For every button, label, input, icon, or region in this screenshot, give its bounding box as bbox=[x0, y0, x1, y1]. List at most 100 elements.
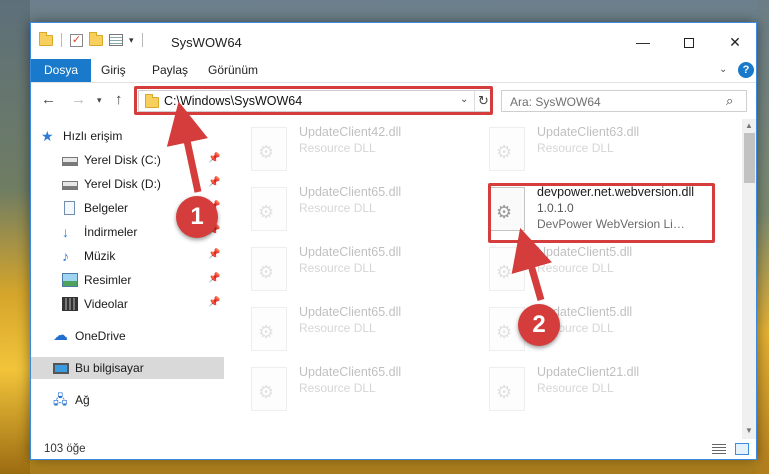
dll-file-icon bbox=[251, 187, 287, 231]
list-item[interactable]: UpdateClient63.dll Resource DLL bbox=[465, 119, 703, 177]
sidebar-item-local-disk-d[interactable]: Yerel Disk (D:) 📌 bbox=[31, 173, 224, 195]
tab-file[interactable]: Dosya bbox=[31, 59, 92, 82]
file-name: UpdateClient65.dll bbox=[299, 245, 402, 259]
step-2-badge: 2 bbox=[518, 304, 560, 346]
sidebar-item-label: OneDrive bbox=[75, 329, 126, 343]
recent-locations-icon[interactable]: ▾ bbox=[97, 95, 102, 106]
list-item[interactable]: UpdateClient42.dll Resource DLL bbox=[227, 119, 465, 177]
file-description: Resource DLL bbox=[537, 321, 614, 335]
dll-file-icon bbox=[251, 127, 287, 171]
toolbar-separator bbox=[61, 33, 62, 47]
sidebar-item-network[interactable]: 🖧 Ağ bbox=[31, 389, 224, 411]
file-description: Resource DLL bbox=[537, 261, 614, 275]
this-pc-icon bbox=[53, 362, 69, 374]
sidebar-item-quick-access[interactable]: ★ Hızlı erişim bbox=[41, 125, 234, 147]
file-list: UpdateClient42.dll Resource DLL UpdateCl… bbox=[227, 119, 742, 439]
list-item[interactable]: UpdateClient65.dll Resource DLL bbox=[227, 239, 465, 297]
tiles-view-icon[interactable] bbox=[735, 443, 749, 455]
navigation-bar: ← → ▾ ↑ C:\Windows\SysWOW64 ⌄ ↻ Ara: Sys… bbox=[31, 85, 756, 117]
pin-icon[interactable]: 📌 bbox=[208, 177, 220, 188]
new-folder-icon[interactable] bbox=[89, 31, 103, 46]
star-icon: ★ bbox=[41, 128, 54, 144]
sidebar-item-label: Müzik bbox=[84, 249, 116, 263]
sidebar-item-label: İndirmeler bbox=[84, 225, 138, 239]
file-name: UpdateClient42.dll bbox=[299, 125, 402, 139]
sidebar-item-label: Hızlı erişim bbox=[63, 129, 123, 143]
details-view-icon[interactable] bbox=[712, 444, 726, 455]
pin-icon[interactable]: 📌 bbox=[208, 249, 220, 260]
list-item[interactable]: UpdateClient5.dll Resource DLL bbox=[465, 239, 703, 297]
tab-share[interactable]: Paylaş bbox=[141, 59, 199, 82]
dll-file-icon bbox=[251, 367, 287, 411]
file-description: Resource DLL bbox=[299, 141, 376, 155]
drive-icon bbox=[62, 156, 78, 166]
file-name: UpdateClient63.dll bbox=[537, 125, 640, 139]
sidebar-item-this-pc[interactable]: Bu bilgisayar bbox=[31, 357, 224, 379]
tab-home[interactable]: Giriş bbox=[90, 59, 137, 82]
file-name: UpdateClient65.dll bbox=[299, 365, 402, 379]
up-arrow-icon[interactable]: ↑ bbox=[115, 91, 123, 108]
dll-file-icon bbox=[251, 247, 287, 291]
pictures-icon bbox=[62, 273, 78, 287]
music-icon: ♪ bbox=[62, 248, 69, 264]
desktop-wallpaper-right bbox=[757, 0, 769, 474]
file-name: UpdateClient65.dll bbox=[299, 185, 402, 199]
scroll-up-icon[interactable]: ▲ bbox=[745, 121, 753, 130]
pin-icon[interactable]: 📌 bbox=[208, 153, 220, 164]
sidebar-item-pictures[interactable]: Resimler 📌 bbox=[31, 269, 224, 291]
item-count: 103 öğe bbox=[44, 443, 86, 455]
sidebar-item-onedrive[interactable]: ☁ OneDrive bbox=[31, 325, 224, 347]
sidebar-item-local-disk-c[interactable]: Yerel Disk (C:) 📌 bbox=[31, 149, 224, 171]
sidebar-item-label: Videolar bbox=[84, 297, 128, 311]
search-input[interactable]: Ara: SysWOW64 ⌕ bbox=[501, 90, 747, 112]
folder-icon bbox=[39, 31, 53, 46]
forward-arrow-icon[interactable]: → bbox=[71, 91, 86, 108]
list-item[interactable]: UpdateClient5.dll Resource DLL bbox=[465, 299, 703, 357]
list-item[interactable]: UpdateClient65.dll Resource DLL bbox=[227, 359, 465, 417]
list-item[interactable]: UpdateClient21.dll Resource DLL bbox=[465, 359, 703, 417]
search-placeholder: Ara: SysWOW64 bbox=[510, 95, 601, 109]
minimize-button[interactable]: — bbox=[620, 23, 666, 61]
file-description: Resource DLL bbox=[537, 381, 614, 395]
maximize-button[interactable] bbox=[666, 23, 712, 61]
documents-icon bbox=[64, 201, 75, 215]
chevron-down-icon[interactable]: ▾ bbox=[129, 35, 134, 46]
videos-icon bbox=[62, 297, 78, 311]
file-name: UpdateClient21.dll bbox=[537, 365, 640, 379]
search-icon[interactable]: ⌕ bbox=[726, 93, 733, 109]
file-description: Resource DLL bbox=[537, 141, 614, 155]
vertical-scrollbar[interactable]: ▲ ▼ bbox=[742, 119, 756, 439]
sidebar-item-label: Yerel Disk (C:) bbox=[84, 153, 161, 167]
sidebar-item-videos[interactable]: Videolar 📌 bbox=[31, 293, 224, 315]
ribbon-expand-icon[interactable]: ⌄ bbox=[719, 64, 727, 75]
file-description: Resource DLL bbox=[299, 261, 376, 275]
navigation-pane: ★ Hızlı erişim Yerel Disk (C:) 📌 Yerel D… bbox=[31, 119, 226, 439]
sidebar-item-label: Ağ bbox=[75, 393, 90, 407]
help-icon[interactable]: ? bbox=[738, 62, 754, 78]
maximize-icon bbox=[684, 38, 694, 49]
title-bar: ✓ ▾ SysWOW64 — ✕ bbox=[31, 23, 756, 61]
quick-access-toolbar: ✓ ▾ bbox=[39, 31, 145, 47]
dll-file-icon bbox=[489, 127, 525, 171]
properties-check-icon[interactable]: ✓ bbox=[70, 33, 83, 47]
status-bar: 103 öğe bbox=[31, 439, 756, 459]
ribbon-tabs: Dosya Giriş Paylaş Görünüm ⌄ ? bbox=[31, 59, 756, 83]
network-icon: 🖧 bbox=[53, 392, 68, 407]
dll-file-icon bbox=[489, 367, 525, 411]
file-description: Resource DLL bbox=[299, 201, 376, 215]
close-button[interactable]: ✕ bbox=[712, 23, 756, 61]
scrollbar-thumb[interactable] bbox=[744, 133, 755, 183]
back-arrow-icon[interactable]: ← bbox=[41, 91, 56, 108]
sidebar-item-music[interactable]: ♪ Müzik 📌 bbox=[31, 245, 224, 267]
list-item[interactable]: UpdateClient65.dll Resource DLL bbox=[227, 179, 465, 237]
pin-icon[interactable]: 📌 bbox=[208, 297, 220, 308]
drive-icon bbox=[62, 180, 78, 190]
pin-icon[interactable]: 📌 bbox=[208, 273, 220, 284]
tab-view[interactable]: Görünüm bbox=[197, 59, 269, 82]
view-options-icon[interactable] bbox=[109, 34, 123, 46]
list-item[interactable]: UpdateClient65.dll Resource DLL bbox=[227, 299, 465, 357]
onedrive-icon: ☁ bbox=[53, 327, 68, 344]
scroll-down-icon[interactable]: ▼ bbox=[745, 426, 753, 435]
toolbar-separator bbox=[141, 33, 143, 47]
address-highlight-box bbox=[134, 86, 493, 115]
